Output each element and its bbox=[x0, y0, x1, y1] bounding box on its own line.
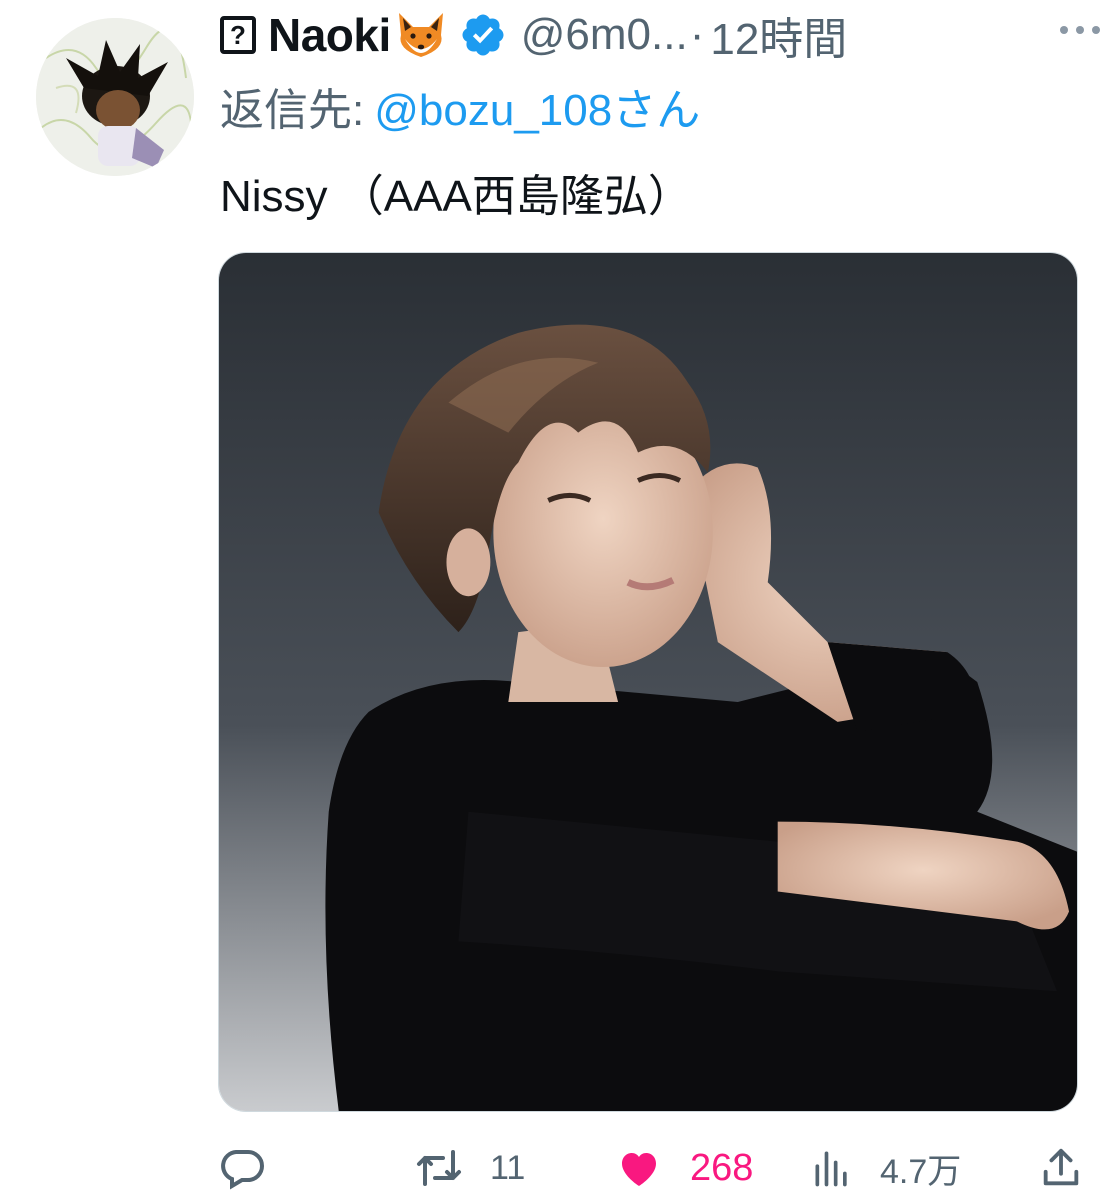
reply-button[interactable] bbox=[218, 1138, 292, 1198]
share-icon bbox=[1043, 1148, 1079, 1186]
tweet-header: ? Naoki @6m0... · 12時間 bbox=[220, 6, 1084, 64]
views-count: 4.7万 bbox=[880, 1152, 962, 1191]
tweet-text: Nissy （AAA西島隆弘） bbox=[220, 172, 692, 221]
unknown-character-glyph: ? bbox=[220, 16, 256, 54]
verified-badge-icon bbox=[459, 11, 507, 59]
reply-prefix: 返信先: bbox=[220, 86, 365, 135]
tweet-photo[interactable] bbox=[218, 252, 1078, 1112]
like-count: 268 bbox=[690, 1146, 754, 1189]
fox-emoji-icon bbox=[393, 9, 449, 61]
user-handle[interactable]: @6m0... bbox=[521, 10, 688, 60]
avatar[interactable] bbox=[36, 18, 194, 176]
share-button[interactable] bbox=[1038, 1138, 1084, 1198]
replying-to: 返信先: @bozu_108さん bbox=[220, 80, 700, 135]
timestamp[interactable]: 12時間 bbox=[710, 3, 847, 67]
tweet[interactable]: ? Naoki @6m0... · 12時間 返信先: @bozu_108さん … bbox=[0, 0, 1114, 1200]
more-options-button[interactable] bbox=[1056, 10, 1104, 50]
retweet-button[interactable]: 11 bbox=[414, 1138, 525, 1198]
like-button[interactable]: 268 bbox=[614, 1138, 753, 1198]
photo-image bbox=[219, 253, 1077, 1111]
more-options-icon bbox=[1060, 26, 1100, 34]
display-name[interactable]: Naoki bbox=[268, 8, 391, 62]
heart-filled-icon bbox=[622, 1153, 656, 1186]
retweet-icon bbox=[417, 1150, 461, 1186]
analytics-icon bbox=[815, 1151, 847, 1187]
views-button[interactable]: 4.7万 bbox=[810, 1138, 961, 1198]
reply-to-handle-link[interactable]: @bozu_108さん bbox=[374, 74, 700, 138]
avatar-image bbox=[36, 18, 194, 176]
reply-icon bbox=[221, 1150, 264, 1190]
retweet-count: 11 bbox=[490, 1148, 526, 1187]
action-bar: 11 268 4.7万 bbox=[218, 1138, 1084, 1198]
separator-dot: · bbox=[689, 10, 705, 59]
